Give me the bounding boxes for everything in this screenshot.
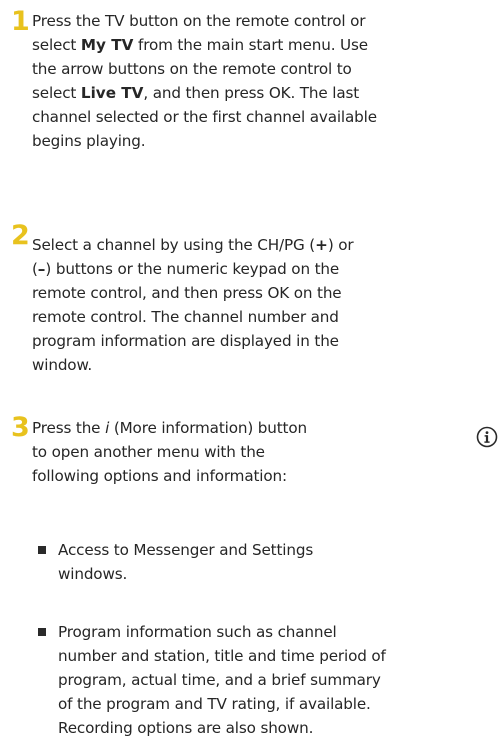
bold-term: Live TV: [80, 84, 144, 102]
text-run: the arrow buttons on the remote control …: [32, 60, 352, 78]
text-run: following options and information:: [32, 467, 287, 485]
step-line: to open another menu with the: [32, 440, 307, 464]
text-run: from the main start menu. Use: [133, 36, 368, 54]
text-run: window.: [32, 356, 93, 374]
text-run: remote control, and then press OK on the: [32, 284, 342, 302]
bullet-line: Recording options are also shown.: [58, 719, 314, 737]
text-run: select: [32, 84, 81, 102]
step-number: 1: [11, 6, 30, 37]
manual-page: 1 Press the TV button on the remote cont…: [0, 0, 498, 737]
bold-term: My TV: [80, 36, 134, 54]
text-run: ) or: [327, 236, 354, 254]
text-run: to open another menu with the: [32, 443, 265, 461]
step-line: select Live TV, and then press OK. The l…: [32, 81, 377, 105]
step-line: remote control. The channel number and: [32, 305, 354, 329]
step-text: Select a channel by using the CH/PG (+) …: [32, 233, 354, 377]
step-line: channel selected or the first channel av…: [32, 105, 377, 129]
info-circle-icon: [476, 426, 498, 448]
bullet-line: Access to Messenger and Settings: [58, 541, 314, 559]
step-line: (–) buttons or the numeric keypad on the: [32, 257, 354, 281]
step-number: 2: [11, 220, 30, 251]
step-line: program information are displayed in the: [32, 329, 354, 353]
text-run: Press the TV button on the remote contro…: [32, 12, 366, 30]
bullet-square: [38, 546, 46, 554]
text-run: Press the: [32, 419, 106, 437]
bullet-line: of the program and TV rating, if availab…: [58, 695, 371, 713]
bullet-text: Program information such as channel numbe…: [58, 620, 386, 740]
step-number: 3: [11, 412, 30, 443]
step-line: following options and information:: [32, 464, 307, 488]
step-line: remote control, and then press OK on the: [32, 281, 354, 305]
step-line: begins playing.: [32, 129, 377, 153]
bullet-square: [38, 628, 46, 636]
step-line: window.: [32, 353, 354, 377]
text-run: begins playing.: [32, 132, 146, 150]
bullet-line: Program information such as channel: [58, 623, 337, 641]
text-run: channel selected or the first channel av…: [32, 108, 377, 126]
text-run: remote control. The channel number and: [32, 308, 339, 326]
text-run: Select a channel by using the CH/PG (: [32, 236, 316, 254]
bold-term: +: [315, 236, 328, 254]
text-run: (More information) button: [109, 419, 307, 437]
bullet-line: windows.: [58, 565, 128, 583]
step-text: Press the TV button on the remote contro…: [32, 9, 377, 153]
step-line: Select a channel by using the CH/PG (+) …: [32, 233, 354, 257]
bullet-line: program, actual time, and a brief summar…: [58, 671, 381, 689]
step-text: Press the i (More information) button to …: [32, 416, 307, 488]
step-line: the arrow buttons on the remote control …: [32, 57, 377, 81]
bullet-line: number and station, title and time perio…: [58, 647, 386, 665]
step-line: select My TV from the main start menu. U…: [32, 33, 377, 57]
text-run: , and then press OK. The last: [143, 84, 360, 102]
step-line: Press the i (More information) button: [32, 416, 307, 440]
text-run: ) buttons or the numeric keypad on the: [45, 260, 340, 278]
text-run: select: [32, 36, 81, 54]
step-line: Press the TV button on the remote contro…: [32, 9, 377, 33]
bullet-text: Access to Messenger and Settings windows.: [58, 538, 313, 586]
text-run: program information are displayed in the: [32, 332, 339, 350]
